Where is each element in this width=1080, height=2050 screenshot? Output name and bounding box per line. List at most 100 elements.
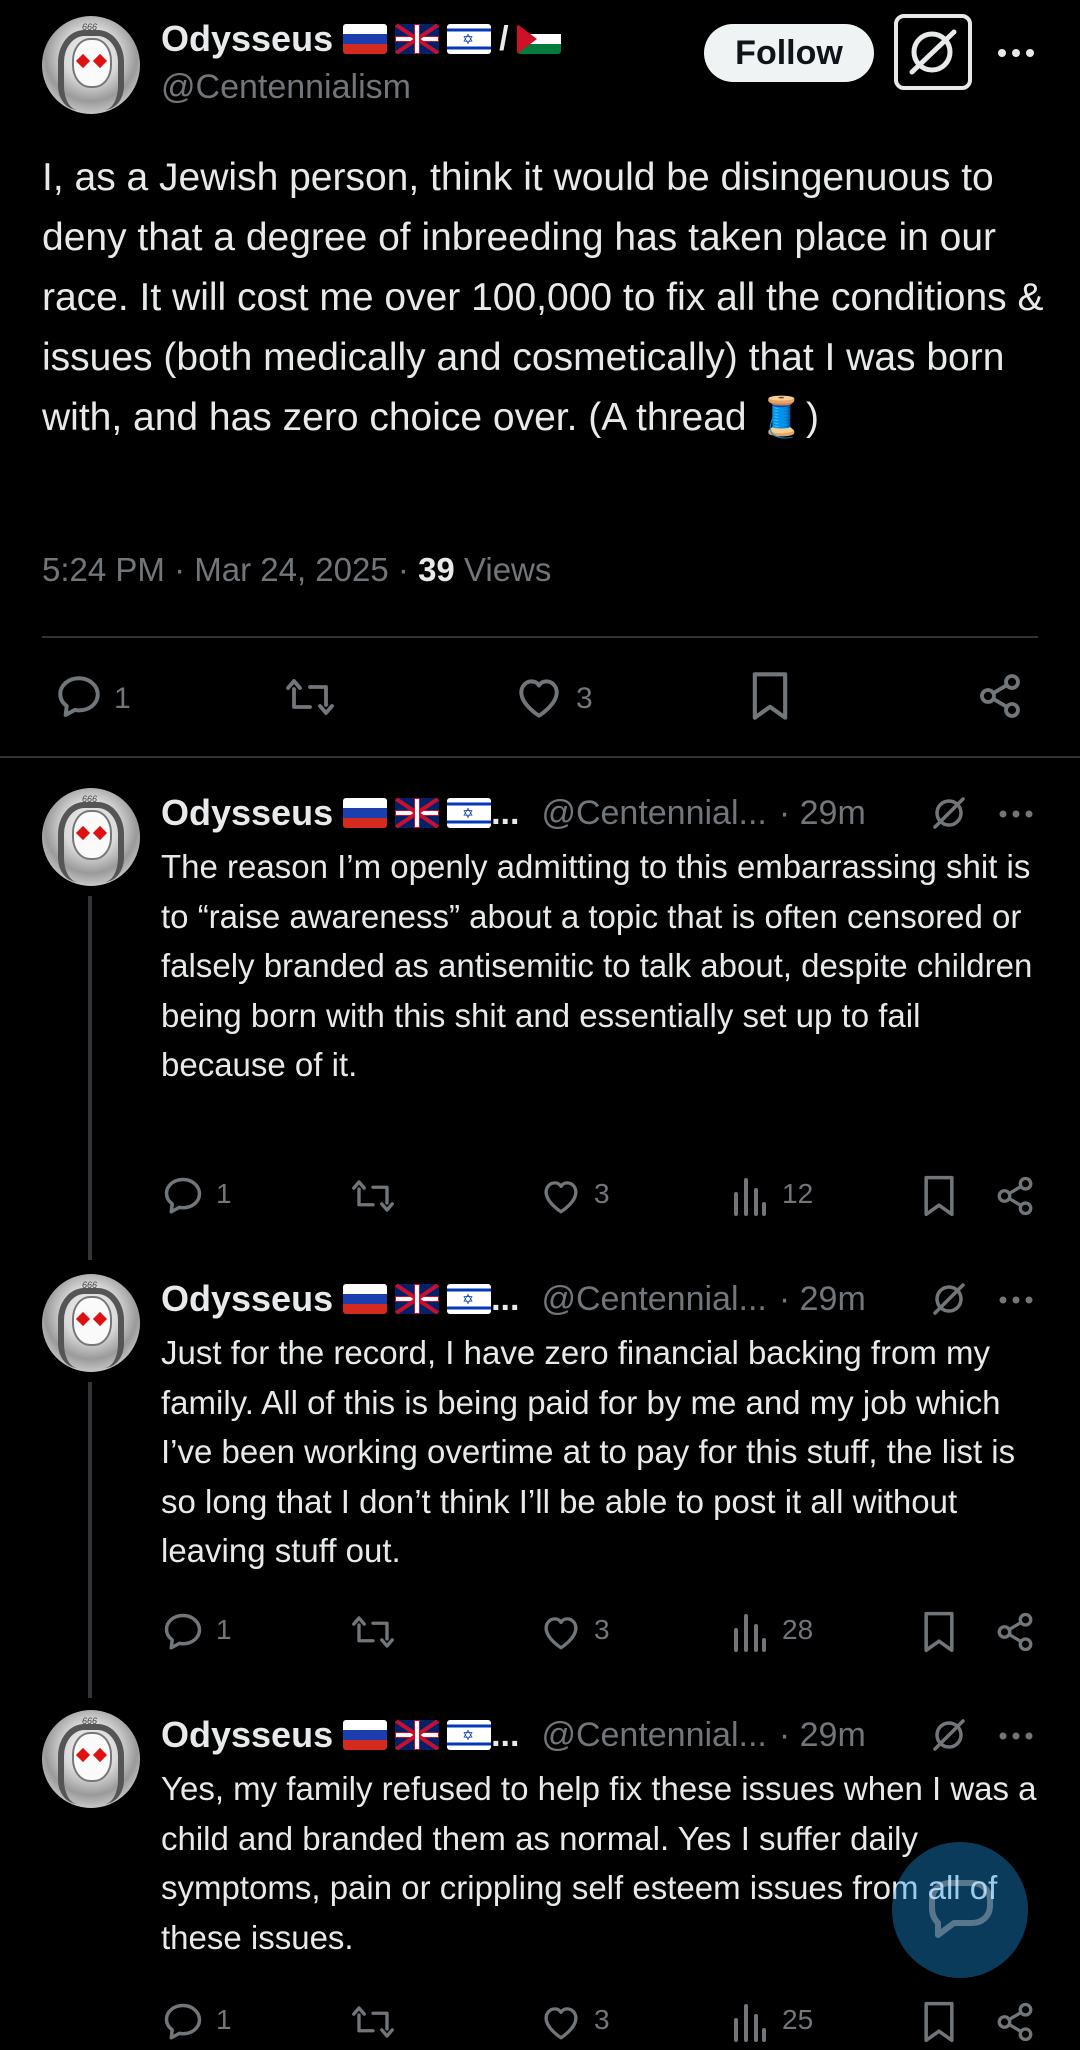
reply-author-handle[interactable]: @Centennial... — [541, 794, 766, 833]
reply-author-name[interactable]: Odysseus — [161, 1714, 333, 1756]
grok-button[interactable] — [928, 1714, 970, 1756]
reply-button[interactable] — [54, 672, 104, 722]
reply-time[interactable]: · 29m — [779, 1280, 866, 1319]
reply-button[interactable] — [161, 1174, 205, 1218]
tweet-date[interactable]: Mar 24, 2025 — [194, 551, 388, 588]
reply-author-name[interactable]: Odysseus — [161, 792, 333, 834]
views-button[interactable] — [732, 1176, 768, 1216]
repost-icon — [352, 1180, 394, 1212]
reply-author-handle[interactable]: @Centennial... — [541, 1716, 766, 1755]
bookmark-icon — [924, 2001, 954, 2043]
repost-button[interactable] — [350, 1611, 396, 1653]
name-ellipsis: ... — [491, 793, 520, 832]
main-avatar[interactable]: 666 — [42, 16, 140, 114]
reply-icon — [58, 676, 100, 717]
more-button[interactable] — [998, 1290, 1034, 1310]
reply-button[interactable] — [161, 2000, 205, 2044]
grok-icon — [933, 1719, 965, 1751]
bookmark-button[interactable] — [920, 1610, 958, 1654]
views-count: 39 — [418, 551, 455, 588]
like-icon — [544, 1181, 578, 1214]
reply-avatar[interactable]: 666 — [42, 1710, 140, 1808]
bookmark-icon — [924, 1175, 954, 1217]
tweet-meta: 5:24 PM · Mar 24, 2025 · 39 Views — [42, 551, 552, 588]
reply-author-handle[interactable]: @Centennial... — [541, 1280, 766, 1319]
reply-avatar[interactable]: 666 — [42, 788, 140, 886]
share-button[interactable] — [994, 1611, 1036, 1653]
views-count: 12 — [782, 1178, 814, 1209]
like-icon — [544, 2007, 578, 2040]
author-name[interactable]: Odysseus — [161, 18, 333, 60]
share-button[interactable] — [994, 2001, 1036, 2043]
russia-flag-icon — [343, 1720, 388, 1750]
bookmark-button[interactable] — [920, 1174, 958, 1218]
reply-time[interactable]: · 29m — [779, 1716, 866, 1755]
israel-flag-icon: ✡ — [447, 24, 492, 54]
flag-separator: / — [499, 19, 509, 58]
share-icon — [997, 1176, 1033, 1216]
more-button[interactable] — [998, 804, 1034, 824]
author-flags: ✡ / — [343, 19, 561, 59]
like-count: 3 — [594, 2004, 610, 2035]
reply-icon — [164, 1613, 202, 1650]
repost-icon — [352, 2006, 394, 2038]
bookmark-button[interactable] — [920, 2000, 958, 2044]
uk-flag-icon — [395, 1720, 440, 1750]
share-button[interactable] — [994, 1175, 1036, 1217]
more-button[interactable] — [998, 1726, 1034, 1746]
like-count: 3 — [594, 1614, 610, 1645]
share-icon — [997, 2002, 1033, 2042]
views-count: 25 — [782, 2004, 814, 2035]
like-button[interactable] — [540, 1612, 582, 1652]
follow-button[interactable]: Follow — [704, 24, 874, 82]
like-icon — [519, 679, 559, 718]
tweet-time[interactable]: 5:24 PM — [42, 551, 165, 588]
grok-button[interactable] — [928, 1278, 970, 1320]
author-handle[interactable]: @Centennialism — [161, 68, 411, 107]
more-icon — [999, 810, 1033, 818]
grok-icon — [909, 29, 957, 75]
like-button[interactable] — [514, 674, 564, 720]
more-icon — [998, 49, 1034, 57]
views-label: Views — [463, 551, 552, 588]
reply-icon — [164, 1177, 202, 1214]
russia-flag-icon — [343, 1284, 388, 1314]
views-icon — [734, 2004, 766, 2042]
views-icon — [734, 1614, 766, 1652]
repost-icon — [286, 679, 334, 715]
grok-icon — [933, 797, 965, 829]
repost-button[interactable] — [350, 1175, 396, 1217]
reply-text: The reason I’m openly admitting to this … — [161, 848, 1033, 1083]
section-divider — [0, 756, 1080, 758]
grok-icon — [933, 1283, 965, 1315]
compose-fab[interactable] — [892, 1842, 1028, 1978]
like-button[interactable] — [540, 2002, 582, 2042]
reply-avatar[interactable]: 666 — [42, 1274, 140, 1372]
meta-divider — [42, 636, 1038, 638]
like-button[interactable] — [540, 1176, 582, 1216]
tweet-text: I, as a Jewish person, think it would be… — [42, 156, 1044, 439]
reply-button[interactable] — [161, 1610, 205, 1654]
israel-flag-icon: ✡ — [447, 1720, 492, 1750]
share-icon — [980, 674, 1020, 718]
uk-flag-icon — [395, 798, 440, 828]
reply-author-name[interactable]: Odysseus — [161, 1278, 333, 1320]
repost-button[interactable] — [284, 672, 336, 722]
views-button[interactable] — [732, 1612, 768, 1652]
reply-count: 1 — [114, 682, 131, 715]
share-button[interactable] — [976, 672, 1024, 720]
author-flags: ✡ — [343, 1720, 492, 1750]
reply-time[interactable]: · 29m — [779, 794, 866, 833]
israel-flag-icon: ✡ — [447, 1284, 492, 1314]
grok-button[interactable] — [894, 14, 972, 90]
more-button[interactable] — [996, 38, 1036, 68]
author-flags: ✡ — [343, 798, 492, 828]
name-ellipsis: ... — [491, 1279, 520, 1318]
reply-count: 1 — [216, 1614, 232, 1645]
thread-connector — [88, 896, 92, 1260]
views-button[interactable] — [732, 2002, 768, 2042]
more-icon — [999, 1732, 1033, 1740]
repost-button[interactable] — [350, 2001, 396, 2043]
bookmark-button[interactable] — [748, 670, 792, 722]
grok-button[interactable] — [928, 792, 970, 834]
